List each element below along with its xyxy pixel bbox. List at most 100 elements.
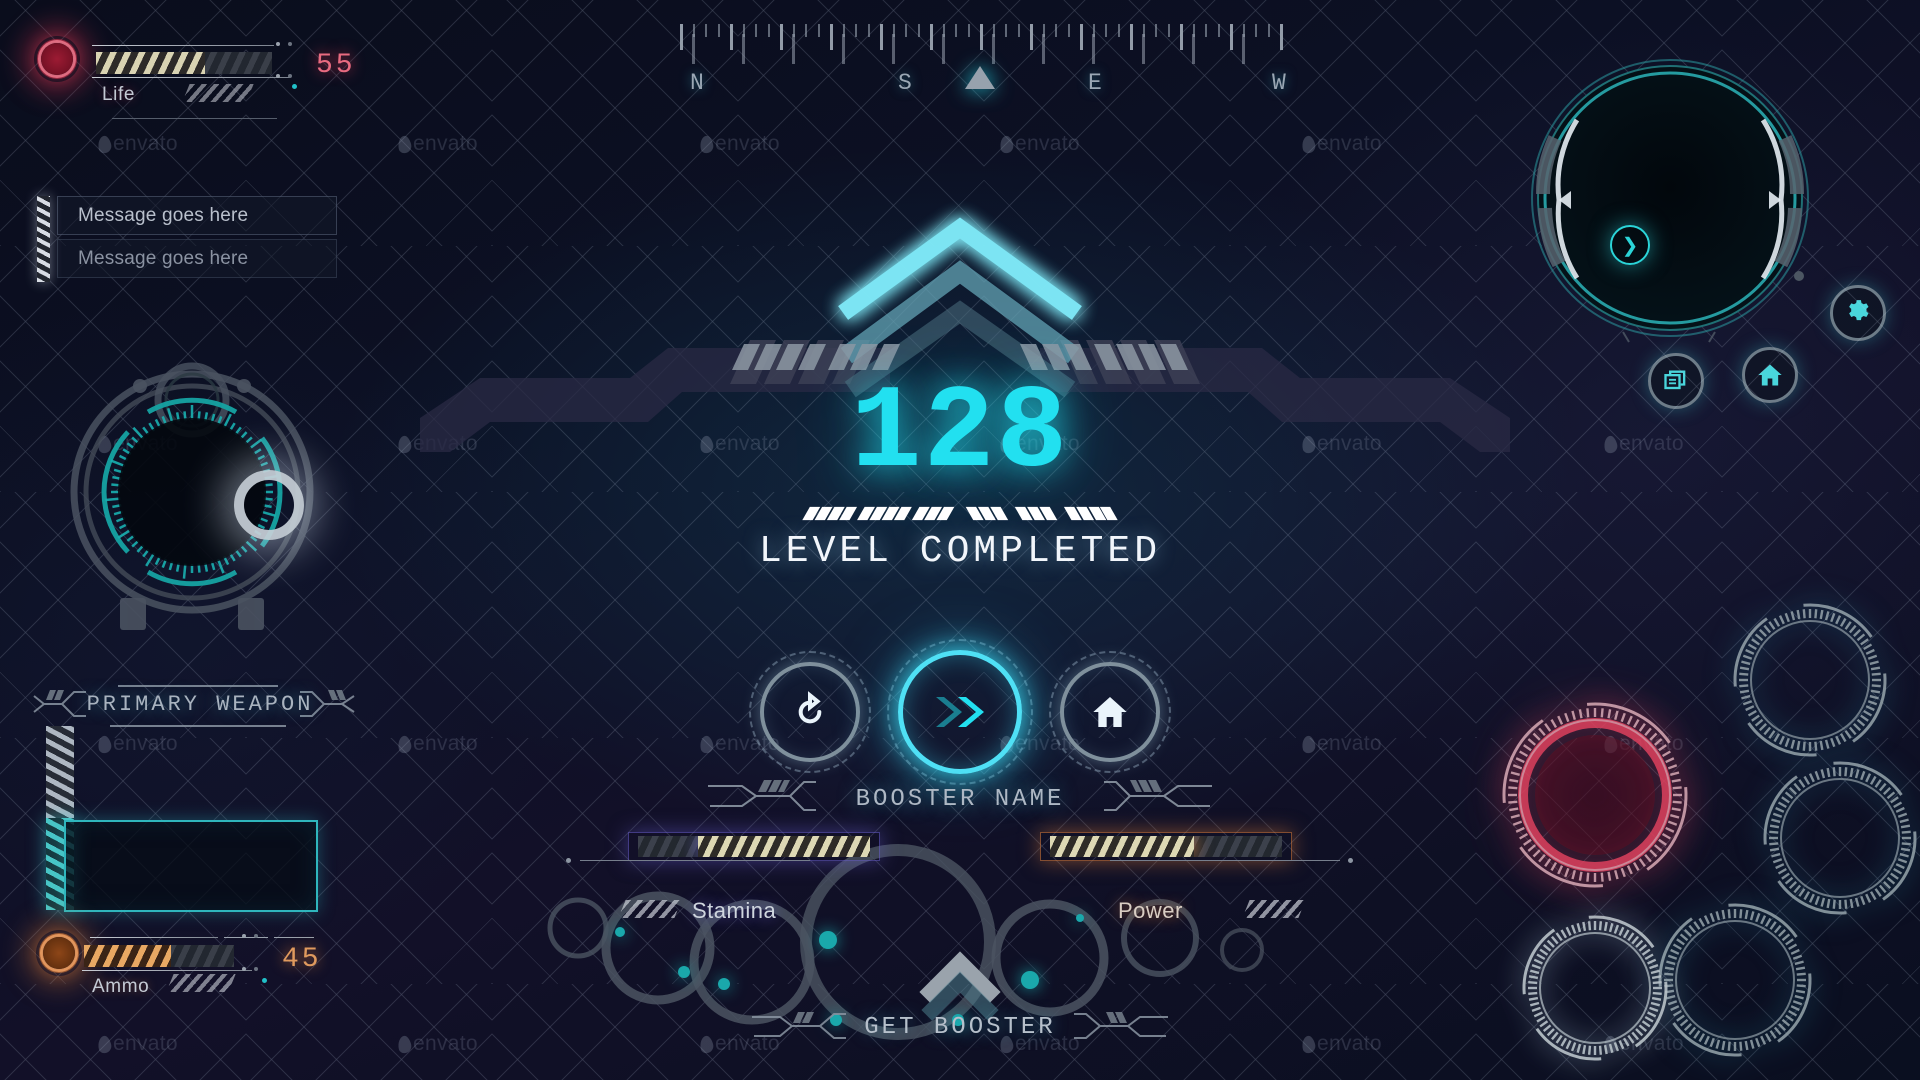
compass-tick <box>692 24 695 37</box>
radar-tick <box>145 552 156 567</box>
watermark: envato <box>1300 732 1382 756</box>
home-rim <box>1060 662 1160 762</box>
compass-tick <box>905 24 907 37</box>
life-accent-dot <box>292 84 297 89</box>
settings-button[interactable] <box>1830 285 1886 341</box>
watermark: envato <box>396 732 478 756</box>
compass-tick-long <box>692 34 695 64</box>
compass-tick-long <box>1142 34 1145 64</box>
weapon-stripe-upper <box>46 726 74 818</box>
compass-tick <box>1017 24 1020 37</box>
ammo-dot <box>242 967 246 971</box>
power-glow-frame <box>1040 832 1292 861</box>
compass-tick <box>1067 24 1070 37</box>
life-dot <box>288 74 292 78</box>
restart-rim <box>760 662 860 762</box>
radar-tick <box>110 459 126 468</box>
compass-tick <box>992 24 995 37</box>
windows-icon <box>1664 370 1686 390</box>
compass-tick <box>842 24 845 37</box>
compass-tick <box>1255 24 1257 37</box>
ammo-dot <box>254 967 258 971</box>
home-icon <box>1758 364 1782 386</box>
radar-tick <box>105 497 121 502</box>
compass-tick <box>1230 24 1233 50</box>
life-slash-decor <box>182 84 254 102</box>
compass-tick <box>1055 24 1057 37</box>
hud-ring <box>1733 603 1887 757</box>
compass-tick <box>1155 24 1157 37</box>
life-dot <box>276 42 280 46</box>
restart-button[interactable] <box>749 651 871 773</box>
watermark: envato <box>1602 432 1684 456</box>
compass-heading-marker <box>965 66 995 89</box>
life-label: Life <box>102 84 136 105</box>
chevron-right-icon[interactable]: ❯ <box>1610 225 1650 265</box>
decor-dot <box>819 931 837 949</box>
compass-tick <box>717 24 720 37</box>
action-button-group <box>749 639 1171 785</box>
radar-tick <box>182 563 187 579</box>
power-label: Power <box>1118 898 1183 923</box>
watermark: envato <box>96 132 178 156</box>
get-booster-control[interactable]: GET BOOSTER <box>752 951 1168 1060</box>
compass-tick <box>892 24 895 37</box>
watermark: envato <box>396 132 478 156</box>
compass-tick <box>755 24 757 37</box>
compass-tick-long <box>892 34 895 64</box>
compass-tick-long <box>1242 34 1245 64</box>
life-bar-track <box>96 52 272 74</box>
compass-tick <box>1167 24 1170 37</box>
radar-tick <box>216 558 225 574</box>
compass-tick <box>730 24 733 50</box>
decorative-ring-red <box>1490 690 1700 900</box>
life-dot <box>288 42 292 46</box>
ammo-rail-top3 <box>274 937 314 938</box>
booster-panel: BOOSTER NAME Stamina Power <box>560 780 1360 930</box>
gear-icon <box>1849 300 1869 321</box>
message-item-1[interactable]: Message goes here <box>57 196 337 235</box>
level-dash-divider <box>802 506 1118 521</box>
power-slash-decor <box>1242 900 1306 918</box>
home-nav-button[interactable] <box>1742 347 1798 403</box>
compass-tick <box>855 24 857 37</box>
tactical-radar-dial[interactable] <box>52 340 332 640</box>
compass-tick <box>1030 24 1033 50</box>
compass-tick-long <box>1092 34 1095 64</box>
compass-tick <box>930 24 933 50</box>
next-button[interactable] <box>887 639 1033 785</box>
next-rim <box>898 650 1022 774</box>
life-bar-widget: 55 Life <box>34 22 364 119</box>
scanner-radar-dial[interactable]: ❯ <box>1515 50 1825 350</box>
compass-tick <box>1042 24 1045 37</box>
ammo-label: Ammo <box>92 976 150 997</box>
watermark: envato <box>96 1032 178 1056</box>
message-list: Message goes here Message goes here <box>37 196 337 282</box>
windows-button[interactable] <box>1648 353 1704 409</box>
ammo-slash-decor <box>166 974 236 992</box>
compass-tick-long <box>792 34 795 64</box>
life-rail-bottom <box>92 77 290 78</box>
radar-tick <box>248 438 263 450</box>
stamina-glow-frame <box>628 832 880 861</box>
home-button[interactable] <box>1049 651 1171 773</box>
ammo-rail-top2 <box>224 937 268 938</box>
weapon-title: PRIMARY WEAPON <box>86 692 314 717</box>
message-item-2[interactable]: Message goes here <box>57 239 337 278</box>
compass-tick <box>705 24 707 37</box>
ammo-rail-top <box>90 937 218 938</box>
compass-tick-long <box>1042 34 1045 64</box>
compass-tick <box>1142 24 1145 37</box>
ammo-value: 45 <box>282 944 322 975</box>
power-rail <box>1110 860 1340 861</box>
compass-direction-w: W <box>1272 70 1287 96</box>
ammo-rail-bottom <box>82 970 252 971</box>
compass-tick-long <box>992 34 995 64</box>
weapon-slot[interactable] <box>64 820 318 912</box>
compass-tick <box>880 24 883 50</box>
compass-tick <box>817 24 820 37</box>
ammo-bar-fill <box>84 945 171 967</box>
ammo-dot <box>242 934 246 938</box>
compass-tick-long <box>942 34 945 64</box>
watermark: envato <box>396 1032 478 1056</box>
